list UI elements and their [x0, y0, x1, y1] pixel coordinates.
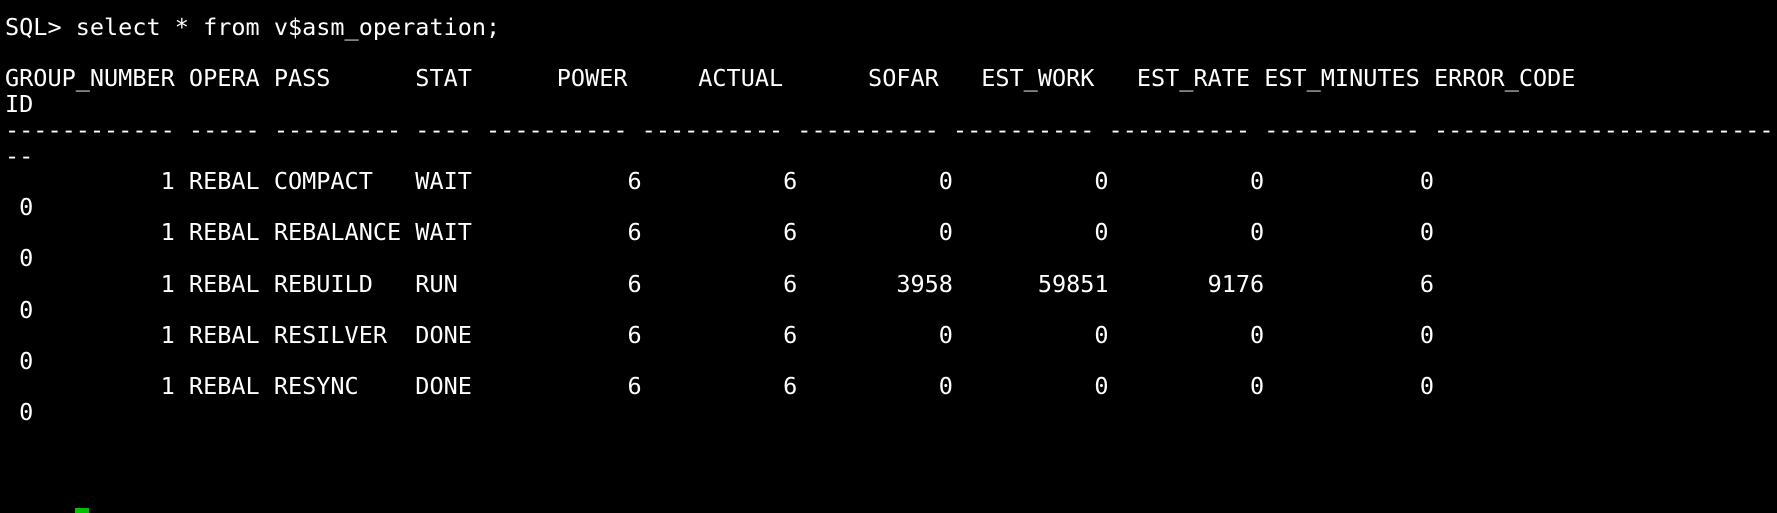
result-row-line: 1 REBAL REBUILD RUN 6 6 3958 59851 9176 … [5, 270, 1434, 298]
result-row-line: 1 REBAL RESYNC DONE 6 6 0 0 0 0 [5, 372, 1434, 400]
text-cursor [75, 508, 89, 513]
column-header-wrap-line: ID [5, 90, 34, 118]
terminal-window[interactable]: SQL> select * from v$asm_operation; GROU… [0, 0, 1777, 513]
column-header-line: GROUP_NUMBER OPERA PASS STAT POWER ACTUA… [5, 64, 1576, 92]
result-row-line: 1 REBAL REBALANCE WAIT 6 6 0 0 0 0 [5, 218, 1434, 246]
sql-prompt-line: SQL> select * from v$asm_operation; [5, 13, 501, 41]
result-row-line: 1 REBAL COMPACT WAIT 6 6 0 0 0 0 [5, 167, 1434, 195]
result-row-con-id: 0 [5, 398, 34, 426]
column-separator-line: ------------ ----- --------- ---- ------… [5, 116, 1777, 144]
result-row-con-id: 0 [5, 244, 34, 272]
result-row-line: 1 REBAL RESILVER DONE 6 6 0 0 0 0 [5, 321, 1434, 349]
